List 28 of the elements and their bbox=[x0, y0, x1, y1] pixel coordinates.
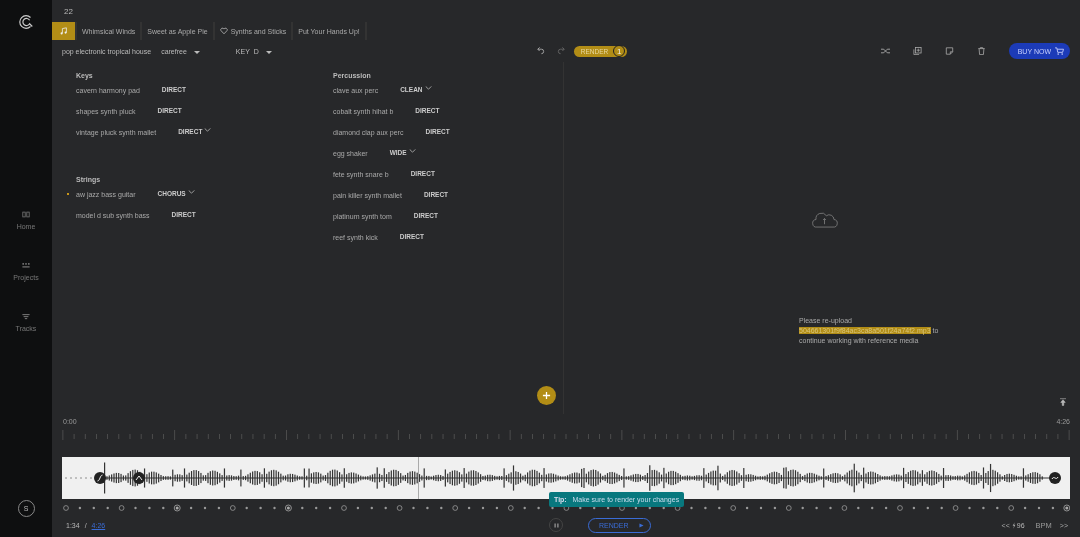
play-icon bbox=[638, 522, 644, 528]
chevron-down-icon bbox=[204, 128, 212, 132]
trash-icon[interactable] bbox=[976, 47, 986, 55]
columns-icon bbox=[22, 211, 30, 218]
list-icon bbox=[22, 313, 30, 320]
shuffle-icon[interactable] bbox=[880, 47, 890, 55]
undo-icon[interactable] bbox=[535, 47, 545, 55]
tab[interactable] bbox=[52, 22, 77, 40]
plus-icon bbox=[542, 391, 551, 400]
chevron-down-icon bbox=[408, 149, 416, 153]
upload-icon[interactable] bbox=[1060, 398, 1066, 406]
grid-icon bbox=[22, 262, 30, 269]
chevron-down-icon bbox=[424, 86, 432, 90]
curve-marker-icon[interactable] bbox=[94, 472, 107, 484]
logo-icon bbox=[17, 13, 35, 31]
add-button[interactable] bbox=[537, 386, 556, 405]
peak-marker-icon[interactable] bbox=[132, 472, 145, 484]
cart-icon bbox=[1055, 47, 1064, 55]
cloud-upload-icon[interactable] bbox=[809, 211, 839, 228]
note-icon[interactable] bbox=[944, 47, 954, 55]
pause-icon bbox=[552, 521, 560, 529]
add-copy-icon[interactable] bbox=[912, 47, 922, 55]
bolt-icon bbox=[1011, 521, 1016, 529]
music-note-icon bbox=[59, 27, 68, 35]
chevron-down-icon bbox=[187, 190, 195, 194]
wave-marker-icon[interactable] bbox=[1048, 472, 1061, 484]
project-number: 22 bbox=[64, 6, 73, 16]
heart-icon bbox=[219, 27, 228, 35]
